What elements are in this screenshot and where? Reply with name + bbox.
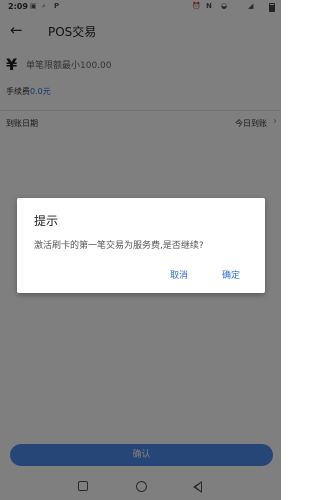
dialog-title: 提示 (34, 214, 59, 228)
dialog-ok-button[interactable]: 确定 (222, 268, 240, 281)
confirm-dialog: 提示 激活刷卡的第一笔交易为服务费,是否继续? 取消 确定 (17, 198, 265, 293)
dialog-message: 激活刷卡的第一笔交易为服务费,是否继续? (34, 241, 204, 251)
dialog-cancel-button[interactable]: 取消 (170, 268, 188, 281)
